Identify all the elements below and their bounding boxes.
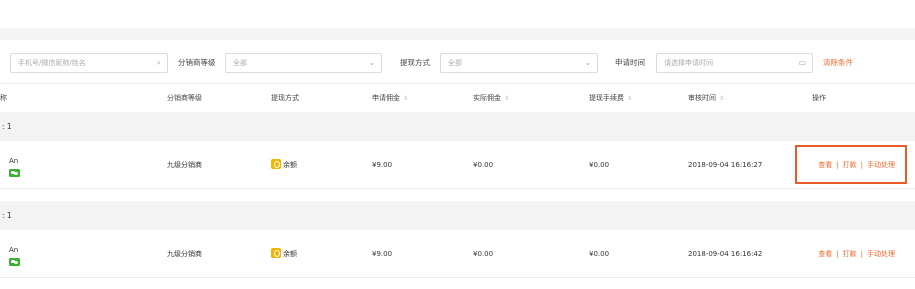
divider: | bbox=[836, 250, 839, 258]
table-row: An 九级分销商 余额 ¥9.00 ¥0.00 ¥0.00 2018-09-04… bbox=[0, 141, 915, 189]
highlight-box bbox=[795, 145, 907, 184]
manual-process-link[interactable]: 手动处理 bbox=[867, 250, 895, 258]
search-input[interactable]: 手机号/微信昵称/姓名 ⌕ bbox=[10, 53, 168, 73]
view-link[interactable]: 查看 bbox=[818, 250, 832, 258]
top-band bbox=[0, 0, 915, 28]
balance-icon bbox=[271, 159, 281, 169]
col-review-time[interactable]: 审核时间 ⇕ bbox=[688, 84, 724, 112]
user-name: An bbox=[9, 246, 19, 254]
group-header: : 1 bbox=[0, 201, 915, 230]
group-header-label: : 1 bbox=[2, 122, 12, 131]
clear-filters-link[interactable]: 清除条件 bbox=[823, 53, 853, 73]
time-label: 申请时间 bbox=[615, 58, 645, 67]
col-name: 称 bbox=[0, 94, 7, 102]
applied-cell: ¥9.00 bbox=[372, 161, 393, 169]
sort-icon[interactable]: ⇕ bbox=[403, 95, 408, 102]
method-text: 余额 bbox=[283, 161, 297, 169]
review-time-cell: 2018-09-04 16:16:27 bbox=[688, 161, 763, 169]
fee-cell: ¥0.00 bbox=[589, 161, 610, 169]
filter-bar: 手机号/微信昵称/姓名 ⌕ 分销商等级 全部 ⌄ 提现方式 全部 ⌄ 申请时间 … bbox=[0, 40, 915, 84]
level-label: 分销商等级 bbox=[178, 58, 216, 67]
search-icon: ⌕ bbox=[156, 58, 161, 67]
sort-icon[interactable]: ⇕ bbox=[719, 95, 724, 102]
wechat-icon bbox=[9, 169, 20, 177]
col-review-time-label: 审核时间 bbox=[688, 94, 716, 102]
applied-cell: ¥9.00 bbox=[372, 250, 393, 258]
col-actual-label: 实际佣金 bbox=[473, 94, 501, 102]
group-header: : 1 bbox=[0, 112, 915, 141]
fee-cell: ¥0.00 bbox=[589, 250, 610, 258]
divider: | bbox=[860, 250, 863, 258]
group-header-label: : 1 bbox=[2, 211, 12, 220]
method-label: 提现方式 bbox=[400, 58, 430, 67]
level-select-value: 全部 bbox=[233, 59, 247, 67]
sort-icon[interactable]: ⇕ bbox=[627, 95, 632, 102]
col-applied[interactable]: 申请佣金 ⇕ bbox=[372, 84, 408, 112]
level-cell: 九级分销商 bbox=[167, 250, 202, 258]
col-actual[interactable]: 实际佣金 ⇕ bbox=[473, 84, 509, 112]
col-level: 分销商等级 bbox=[167, 94, 202, 102]
calendar-icon: ▭ bbox=[798, 58, 806, 67]
balance-icon bbox=[271, 248, 281, 258]
table-header: 称 分销商等级 提现方式 申请佣金 ⇕ 实际佣金 ⇕ 提现手续费 ⇕ 审核时间 ⇕ 操作 bbox=[0, 84, 915, 112]
row-actions: 查看 | 打款 | 手动处理 bbox=[818, 230, 895, 278]
table-row: An 九级分销商 余额 ¥9.00 ¥0.00 ¥0.00 2018-09-04… bbox=[0, 230, 915, 278]
col-fee[interactable]: 提现手续费 ⇕ bbox=[589, 84, 632, 112]
col-fee-label: 提现手续费 bbox=[589, 94, 624, 102]
method-text: 余额 bbox=[283, 250, 297, 258]
method-select-value: 全部 bbox=[448, 59, 462, 67]
time-placeholder: 请选择申请时间 bbox=[664, 59, 713, 67]
review-time-cell: 2018-09-04 16:16:42 bbox=[688, 250, 763, 258]
pay-link[interactable]: 打款 bbox=[843, 250, 857, 258]
method-select[interactable]: 全部 ⌄ bbox=[440, 53, 598, 73]
actual-cell: ¥0.00 bbox=[473, 161, 494, 169]
actual-cell: ¥0.00 bbox=[473, 250, 494, 258]
method-cell: 余额 bbox=[271, 230, 297, 278]
user-name: An bbox=[9, 157, 19, 165]
col-applied-label: 申请佣金 bbox=[372, 94, 400, 102]
chevron-down-icon: ⌄ bbox=[584, 58, 591, 67]
page-divider bbox=[0, 28, 915, 40]
level-select[interactable]: 全部 ⌄ bbox=[225, 53, 382, 73]
chevron-down-icon: ⌄ bbox=[368, 58, 375, 67]
col-method: 提现方式 bbox=[271, 94, 299, 102]
wechat-icon bbox=[9, 258, 20, 266]
col-actions: 操作 bbox=[812, 94, 826, 102]
level-cell: 九级分销商 bbox=[167, 161, 202, 169]
sort-icon[interactable]: ⇕ bbox=[504, 95, 509, 102]
search-placeholder: 手机号/微信昵称/姓名 bbox=[18, 59, 86, 67]
time-picker[interactable]: 请选择申请时间 ▭ bbox=[656, 53, 813, 73]
method-cell: 余额 bbox=[271, 141, 297, 189]
